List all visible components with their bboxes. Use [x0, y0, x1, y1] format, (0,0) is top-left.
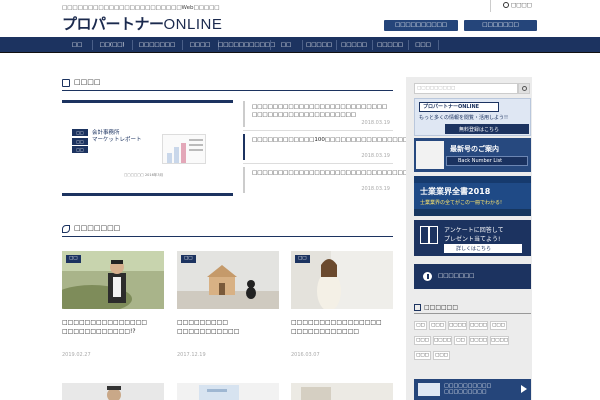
logo-en: ONLINE: [163, 16, 223, 33]
tag-section-title: □□□□□□: [424, 304, 459, 311]
news-date: 2018.03.19: [361, 186, 390, 192]
industry-book-sub: 士業業界の全てがこの一冊でわかる!: [420, 200, 503, 206]
card-image: □□: [62, 251, 164, 309]
tag-chip[interactable]: □□□□: [433, 336, 452, 345]
survey-banner-cta: 詳しくはこちら: [456, 246, 492, 252]
latest-issue-sub: Back Number List: [458, 158, 503, 164]
card-title: □□□□□□□□□□□□□□□ □□□□□□□□□□□□!?: [62, 319, 148, 335]
tag-chip[interactable]: □□: [454, 336, 467, 345]
card-image: □□: [177, 251, 279, 309]
nav-item-8[interactable]: □□□□□: [336, 37, 372, 53]
column-section-title: □□□□□□□: [74, 224, 121, 232]
card-badge: □□: [66, 255, 81, 263]
info-icon: [423, 272, 432, 281]
tag-chip[interactable]: □□□□: [490, 336, 509, 345]
news-title: □□□□□□□□□□□□100□□□□□□□□□□□□□□□□□□□□□□□□□…: [252, 137, 512, 143]
top-link[interactable]: □□□□: [503, 2, 532, 9]
bottom-sidebar-banner[interactable]: □□□□□□□□□□ □□□□□□□□□: [414, 379, 531, 400]
card-image: [291, 383, 393, 400]
report-title: 会計事務所 マーケットレポート: [92, 130, 142, 143]
nav-item-1[interactable]: □□: [62, 37, 92, 53]
news-title: □□□□□□□□□□□□□□□□□□□□□□□□□□□□□□□□□□□□□□□□…: [252, 170, 486, 176]
news-item[interactable]: □□□□□□□□□□□□100□□□□□□□□□□□□□□□□□□□□□□□□□…: [243, 134, 512, 160]
survey-banner-title: アンケートに回答して: [444, 227, 504, 234]
nav-item-5[interactable]: □□□□□□□□□□□: [218, 37, 275, 53]
top-link-label: □□□□: [511, 2, 532, 9]
report-tag: □□: [72, 146, 88, 153]
tag-chip[interactable]: □□□□: [448, 321, 467, 330]
latest-issue-title: 最新号のご案内: [450, 145, 499, 153]
user-icon: [503, 2, 509, 8]
main-nav: □□ □□(□□) □□□□□□□ □□□□ □□□□□□□□□□□ □□ □□…: [0, 37, 600, 53]
card-date: 2017.12.19: [177, 352, 206, 358]
report-subtitle: □□□□□□ 2016年3月: [124, 173, 164, 177]
signup-banner-cta: 無料登録はこちら: [459, 127, 500, 133]
logo-jp: プロパートナー: [62, 15, 164, 33]
nav-item-2[interactable]: □□(□□): [92, 37, 132, 53]
card-image: [62, 383, 164, 400]
news-item[interactable]: □□□□□□□□□□□□□□□□□□□□□□□□□□□□□□□□□□□□□□□□…: [243, 167, 486, 193]
industry-book-title: 士業業界全書2018: [420, 187, 491, 196]
bottom-banner-text: □□□□□□□□□□ □□□□□□□□□: [444, 383, 492, 395]
header-button-2[interactable]: □□□□□□□: [464, 20, 537, 31]
pen-icon: [62, 225, 70, 233]
card-title: □□□□□□□□□□□□□□□□ □□□□□□□□□□□□: [291, 319, 382, 335]
nav-item-6[interactable]: □□: [270, 37, 302, 53]
tag-chip[interactable]: □□□: [490, 321, 507, 330]
card-image: [177, 383, 279, 400]
nav-item-7[interactable]: □□□□□: [302, 37, 336, 53]
checkbox-icon: [414, 304, 421, 311]
nav-item-4[interactable]: □□□□: [182, 37, 218, 53]
info-button[interactable]: □□□□□□□: [414, 264, 531, 289]
tag-chip[interactable]: □□□: [414, 336, 431, 345]
card-image: □□: [291, 251, 393, 309]
news-section-header: □□□□: [62, 77, 393, 91]
signup-banner-sub: もっと多くの情報を閲覧・活用しよう!!: [419, 115, 509, 121]
featured-report[interactable]: □□ □□ □□ 会計事務所 マーケットレポート □□□□□□ 2016年3月: [62, 100, 233, 196]
tag-chip[interactable]: □□□: [433, 351, 450, 360]
nav-item-10[interactable]: □□□: [408, 37, 438, 53]
news-item[interactable]: □□□□□□□□□□□□□□□□□□□□□□□□□□ □□□□□□□□□□□□□…: [243, 101, 393, 127]
tag-chip[interactable]: □□: [414, 321, 427, 330]
news-date: 2018.03.19: [361, 153, 390, 159]
tag-section-header: □□□□□□: [414, 303, 531, 314]
report-tag: □□: [72, 129, 88, 136]
survey-banner-sub: プレゼント当てよう!: [444, 236, 501, 243]
site-logo[interactable]: プロパートナーONLINE: [62, 13, 222, 33]
column-section-header: □□□□□□□: [62, 223, 393, 237]
news-date: 2018.03.19: [361, 120, 390, 126]
tag-chip[interactable]: □□□: [414, 351, 431, 360]
signup-banner-title: プロパートナーONLINE: [423, 104, 480, 110]
nav-item-9[interactable]: □□□□□: [372, 37, 408, 53]
search-button[interactable]: [518, 83, 530, 94]
tag-chip[interactable]: □□□□: [469, 321, 488, 330]
card-badge: □□: [181, 255, 196, 263]
latest-issue-banner[interactable]: 最新号のご案内 Back Number List: [414, 138, 531, 172]
tag-chip[interactable]: □□□□: [469, 336, 488, 345]
news-section-title: □□□□: [74, 78, 101, 86]
nav-item-3[interactable]: □□□□□□□: [132, 37, 182, 53]
header-button-1[interactable]: □□□□□□□□□□: [384, 20, 458, 31]
industry-book-banner[interactable]: 士業業界全書2018 士業業界の全てがこの一冊でわかる!: [414, 176, 531, 216]
card-badge: □□: [295, 255, 310, 263]
card-title: □□□□□□□□□ □□□□□□□□□□□: [177, 319, 240, 335]
search-icon: [522, 86, 527, 91]
news-title: □□□□□□□□□□□□□□□□□□□□□□□□□□ □□□□□□□□□□□□□…: [252, 104, 388, 118]
top-divider: [490, 0, 491, 12]
report-chart-thumbnail: [162, 134, 206, 164]
card-date: 2019.02.27: [62, 352, 91, 358]
card-date: 2016.03.07: [291, 352, 320, 358]
document-icon: [62, 79, 70, 87]
report-tags: □□ □□ □□: [72, 129, 88, 155]
signup-banner[interactable]: プロパートナーONLINE もっと多くの情報を閲覧・活用しよう!! 無料登録はこ…: [414, 98, 531, 136]
survey-banner[interactable]: アンケートに回答して プレゼント当てよう! 詳しくはこちら: [414, 220, 531, 256]
report-tag: □□: [72, 137, 88, 145]
info-button-label: □□□□□□□: [438, 273, 475, 279]
search-input[interactable]: □□□□□□□□□: [414, 83, 518, 94]
arrow-right-icon: [521, 385, 527, 393]
site-tagline: □□□□□□□□□□□□□□□□□□□□□□□Web□□□□□: [62, 5, 220, 11]
tag-chip[interactable]: □□□: [429, 321, 446, 330]
